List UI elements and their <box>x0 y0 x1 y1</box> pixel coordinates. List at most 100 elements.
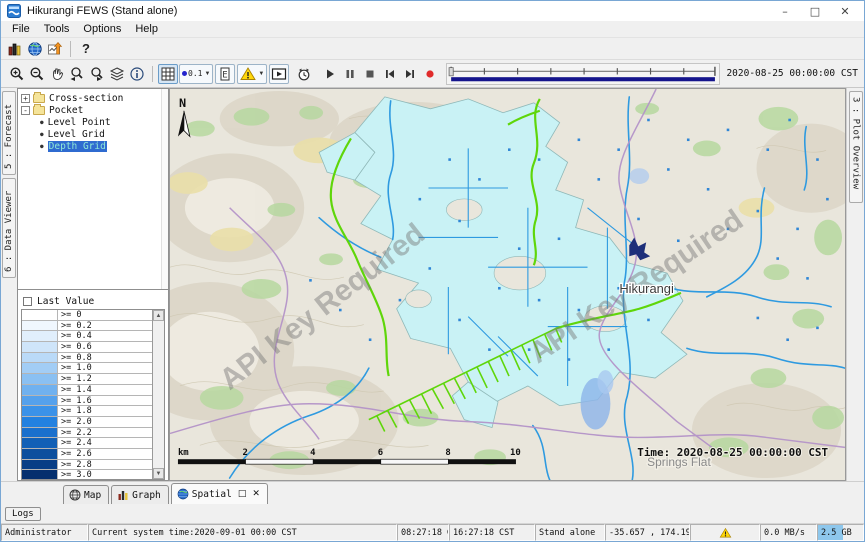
legend-row[interactable]: >= 3.0 <box>22 470 152 479</box>
record-icon[interactable] <box>420 64 440 84</box>
status-bar: Administrator Current system time:2020-0… <box>1 523 864 541</box>
scroll-up-icon[interactable]: ▲ <box>153 310 164 321</box>
skip-start-icon[interactable] <box>380 64 400 84</box>
map-view[interactable]: API Key Required API Key Required Hikura… <box>169 88 846 481</box>
legend-row[interactable]: >= 2.4 <box>22 438 152 449</box>
legend-row[interactable]: >= 0.6 <box>22 342 152 353</box>
legend-row[interactable]: >= 0.4 <box>22 331 152 342</box>
tree-node-cross-section[interactable]: + Cross-section <box>18 92 168 104</box>
legend-label: >= 2.0 <box>58 417 152 427</box>
expand-icon[interactable]: + <box>21 94 30 103</box>
legend-row[interactable]: >= 2.6 <box>22 449 152 460</box>
zoom-in-icon[interactable] <box>7 64 27 84</box>
legend-row[interactable]: >= 0.8 <box>22 353 152 364</box>
menu-bar: File Tools Options Help <box>1 21 864 38</box>
pause-icon[interactable] <box>340 64 360 84</box>
bar-chart-icon <box>117 489 129 501</box>
map-canvas[interactable]: API Key Required API Key Required Hikura… <box>170 89 845 480</box>
folder-icon <box>33 94 45 103</box>
tree-node-level-grid[interactable]: ● Level Grid <box>18 128 168 140</box>
status-gmt-time: 08:27:18 GMT <box>397 524 449 541</box>
tree-node-pocket[interactable]: - Pocket <box>18 104 168 116</box>
legend-row[interactable]: >= 1.8 <box>22 406 152 417</box>
legend-swatch <box>22 374 58 384</box>
last-value-checkbox[interactable] <box>23 297 32 306</box>
legend-scrollbar[interactable]: ▲ ▼ <box>152 310 164 479</box>
current-datetime: 2020-08-25 00:00:00 CST <box>726 68 860 79</box>
globe-wireframe-icon <box>69 489 81 501</box>
export-timeseries-icon[interactable] <box>45 39 65 59</box>
zoom-out-icon[interactable] <box>27 64 47 84</box>
database-icon[interactable] <box>5 39 25 59</box>
grid-display-icon[interactable] <box>158 64 178 84</box>
tree-scrollbar[interactable] <box>161 89 168 289</box>
map-time-overlay: Time: 2020-08-25 00:00:00 CST <box>637 446 828 459</box>
legend-row[interactable]: >= 1.2 <box>22 374 152 385</box>
legend-swatch <box>22 353 58 363</box>
thresholds-dropdown[interactable]: ▼ <box>237 64 267 84</box>
svg-text:km: km <box>178 448 189 458</box>
svg-text:4: 4 <box>310 448 315 458</box>
tab-data-viewer[interactable]: 6 : Data Viewer <box>2 178 16 278</box>
legend-label: >= 1.2 <box>58 374 152 384</box>
map-toolbar: 0.1 ▼ E ▼ <box>1 59 864 88</box>
help-icon[interactable]: ? <box>76 39 96 59</box>
status-warning-cell[interactable] <box>690 524 760 541</box>
status-user: Administrator <box>1 524 88 541</box>
time-slider[interactable] <box>446 63 720 85</box>
play-icon[interactable] <box>320 64 340 84</box>
animation-icon[interactable] <box>269 64 289 84</box>
menu-tools[interactable]: Tools <box>37 22 77 36</box>
legend-swatch <box>22 449 58 459</box>
tree-node-label: Cross-section <box>49 93 123 104</box>
collapse-icon[interactable]: - <box>21 106 30 115</box>
warning-icon <box>719 527 732 539</box>
info-icon[interactable] <box>127 64 147 84</box>
legend-row[interactable]: >= 1.6 <box>22 396 152 407</box>
tab-forecast[interactable]: 5 : Forecast <box>2 91 16 175</box>
menu-help[interactable]: Help <box>128 22 165 36</box>
status-system-time: Current system time:2020-09-01 00:00 CST <box>88 524 397 541</box>
legend-swatch <box>22 385 58 395</box>
app-logo-icon <box>7 4 21 18</box>
legend-swatch <box>22 460 58 470</box>
legend-row[interactable]: >= 1.0 <box>22 363 152 374</box>
contour-dropdown[interactable]: 0.1 ▼ <box>179 64 213 84</box>
legend-label: >= 0.8 <box>58 353 152 363</box>
minimize-button[interactable]: – <box>770 2 800 20</box>
legend-row[interactable]: >= 0.2 <box>22 321 152 332</box>
globe-icon[interactable] <box>25 39 45 59</box>
tab-close-icon[interactable]: ✕ <box>252 489 260 499</box>
maximize-button[interactable]: □ <box>800 2 830 20</box>
legend-row[interactable]: >= 2.8 <box>22 460 152 471</box>
close-button[interactable]: ✕ <box>830 2 860 20</box>
folder-icon <box>33 106 45 115</box>
menu-file[interactable]: File <box>5 22 37 36</box>
zoom-previous-icon[interactable] <box>67 64 87 84</box>
menu-options[interactable]: Options <box>76 22 128 36</box>
skip-end-icon[interactable] <box>400 64 420 84</box>
tab-graph[interactable]: Graph <box>111 485 169 504</box>
legend-row[interactable]: >= 2.0 <box>22 417 152 428</box>
svg-text:6: 6 <box>378 448 383 458</box>
legend-row[interactable]: >= 0 <box>22 310 152 321</box>
time-settings-icon[interactable] <box>294 64 314 84</box>
classification-icon[interactable]: E <box>215 64 235 84</box>
tab-spatial-active[interactable]: Spatial □ ✕ <box>171 483 268 504</box>
legend-row[interactable]: >= 1.4 <box>22 385 152 396</box>
logs-button[interactable]: Logs <box>5 507 41 521</box>
legend-label: >= 0.6 <box>58 342 152 352</box>
tab-map[interactable]: Map <box>63 485 109 504</box>
pan-icon[interactable] <box>47 64 67 84</box>
tab-plot-overview[interactable]: 3 : Plot Overview <box>849 91 863 203</box>
app-window: Hikurangi FEWS (Stand alone) – □ ✕ File … <box>0 0 865 542</box>
tree-node-level-point[interactable]: ● Level Point <box>18 116 168 128</box>
toolbar-separator <box>70 41 71 57</box>
scroll-down-icon[interactable]: ▼ <box>153 468 164 479</box>
stop-icon[interactable] <box>360 64 380 84</box>
tab-restore-icon[interactable]: □ <box>238 489 247 499</box>
tree-node-depth-grid-selected[interactable]: ● Depth Grid <box>18 140 168 152</box>
zoom-next-icon[interactable] <box>87 64 107 84</box>
layers-icon[interactable] <box>107 64 127 84</box>
legend-row[interactable]: >= 2.2 <box>22 428 152 439</box>
